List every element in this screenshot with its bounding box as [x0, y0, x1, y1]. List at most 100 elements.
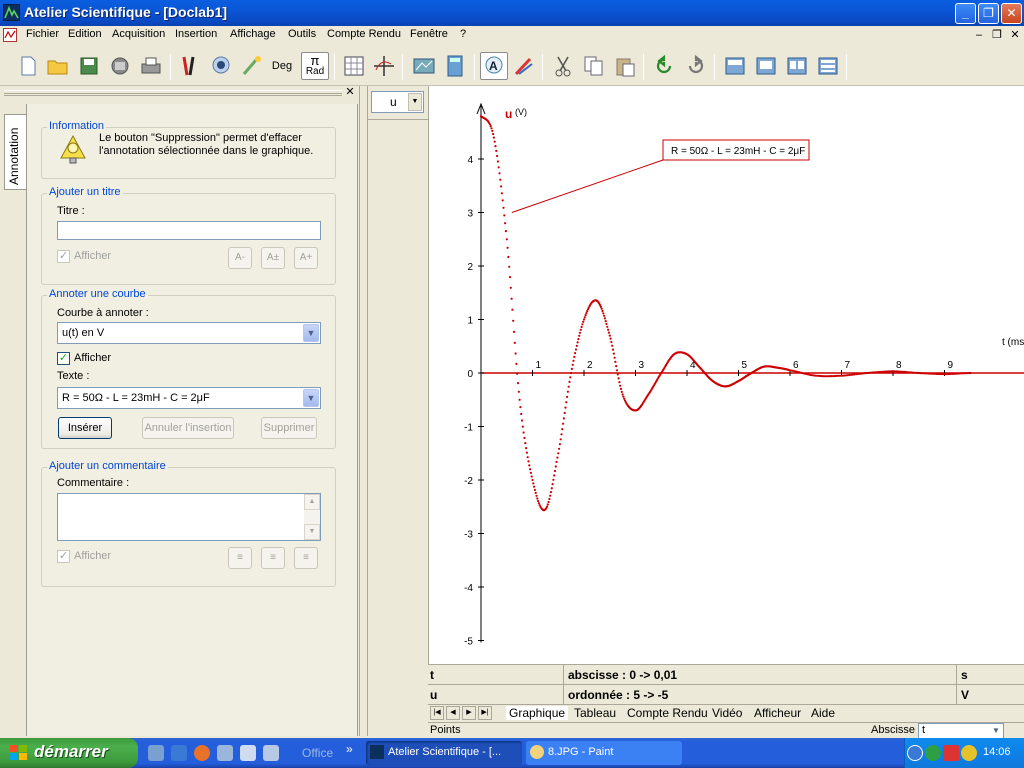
menu-fichier[interactable]: Fichier — [26, 28, 59, 40]
rad-toggle-button[interactable]: π Rad — [301, 52, 329, 80]
angle-unit-icon[interactable]: Deg — [268, 52, 296, 80]
view4-icon[interactable] — [814, 52, 842, 80]
task-paint[interactable]: 8.JPG - Paint — [526, 741, 682, 765]
abscisse-select[interactable]: t ▼ — [918, 723, 1004, 739]
menu-outils[interactable]: Outils — [288, 28, 316, 40]
last-tab-icon[interactable]: ▶| — [478, 706, 492, 720]
modeling-icon[interactable] — [410, 52, 438, 80]
menu-acquisition[interactable]: Acquisition — [112, 28, 165, 40]
chevron-down-icon[interactable]: ▼ — [303, 324, 319, 342]
show-desktop-icon[interactable] — [148, 745, 164, 761]
title-input[interactable] — [57, 221, 321, 240]
document-icon[interactable] — [3, 28, 17, 42]
tab-aide[interactable]: Aide — [811, 706, 835, 720]
media-player-icon[interactable] — [217, 745, 233, 761]
save-all-icon[interactable] — [106, 52, 134, 80]
mdi-minimize-button[interactable]: – — [972, 28, 986, 42]
webcam-icon[interactable] — [207, 52, 235, 80]
calculator-ql-icon[interactable] — [240, 745, 256, 761]
menu-fenetre[interactable]: Fenêtre — [410, 28, 448, 40]
panel-body: Information Le bouton "Suppression" perm… — [26, 104, 358, 736]
data-point — [576, 341, 579, 344]
network-icon[interactable] — [925, 745, 941, 761]
graph-area[interactable]: 4 3 2 1 0 -1 -2 -3 -4 -5 1 2 3 4 5 6 7 8 9 R = 50Ω - L = 2… — [428, 86, 1024, 664]
mdi-restore-button[interactable]: ❐ — [990, 28, 1004, 42]
curve-u[interactable] — [479, 115, 972, 512]
folder-ql-icon[interactable] — [263, 745, 279, 761]
grid-icon[interactable] — [340, 52, 368, 80]
abscissa-row[interactable]: t abscisse : 0 -> 0,01 s — [428, 664, 1024, 685]
office-toolbar-label[interactable]: Office — [302, 746, 333, 760]
data-point — [562, 417, 565, 420]
data-point — [557, 452, 560, 455]
tab-tableau[interactable]: Tableau — [574, 706, 616, 720]
task-atelier[interactable]: Atelier Scientifique - [... — [366, 741, 522, 765]
cut-icon[interactable] — [549, 52, 577, 80]
view3-icon[interactable] — [783, 52, 811, 80]
insert-button[interactable]: Insérer — [58, 417, 112, 439]
first-tab-icon[interactable]: |◀ — [430, 706, 444, 720]
open-icon[interactable] — [44, 52, 72, 80]
plot-svg[interactable]: 43210-1-2-3-4-51 2 3 4 5 6 7 8 9 R = 50Ω - L = 2… — [429, 86, 1024, 664]
y-tick-label: 0 — [467, 369, 473, 380]
print-icon[interactable] — [137, 52, 165, 80]
messenger-icon[interactable] — [961, 745, 977, 761]
firefox-icon[interactable] — [194, 745, 210, 761]
menu-affichage[interactable]: Affichage — [230, 28, 276, 40]
comment-scrollbar[interactable]: ▲ ▼ — [304, 494, 320, 540]
axes-icon[interactable] — [370, 52, 398, 80]
scroll-up-icon[interactable]: ▲ — [304, 494, 320, 510]
new-icon[interactable] — [14, 52, 42, 80]
curve-text-select[interactable]: R = 50Ω - L = 23mH - C = 2μF ▼ — [57, 387, 321, 409]
ordinate-row[interactable]: u ordonnée : 5 -> -5 V — [428, 684, 1024, 705]
start-button[interactable]: démarrer — [0, 738, 138, 768]
minimize-button[interactable]: _ — [955, 3, 976, 24]
tab-afficheur[interactable]: Afficheur — [754, 706, 801, 720]
undo-icon[interactable] — [650, 52, 678, 80]
title-bar[interactable]: Atelier Scientifique - [Doclab1] _ ❐ ✕ — [0, 0, 1024, 26]
tab-graphique[interactable]: Graphique — [506, 706, 569, 720]
menu-edition[interactable]: Edition — [68, 28, 102, 40]
panel-close-icon[interactable]: ✕ — [344, 86, 356, 98]
pen-icon[interactable] — [510, 52, 538, 80]
panel-splitter[interactable] — [359, 86, 367, 736]
menu-insertion[interactable]: Insertion — [175, 28, 217, 40]
curve-select[interactable]: u(t) en V ▼ — [57, 322, 321, 344]
document-tabs: |◀ ◀ ▶ ▶| Graphique Tableau Compte Rendu… — [428, 704, 1024, 722]
maximize-button[interactable]: ❐ — [978, 3, 999, 24]
copy-icon[interactable] — [580, 52, 608, 80]
calculator-icon[interactable] — [441, 52, 469, 80]
chevron-down-icon[interactable]: ▼ — [408, 93, 422, 111]
redo-icon[interactable] — [682, 52, 710, 80]
tray-expand-icon[interactable] — [907, 745, 923, 761]
calibrate-icon[interactable] — [238, 52, 266, 80]
menu-help[interactable]: ? — [460, 28, 466, 40]
view1-icon[interactable] — [721, 52, 749, 80]
view2-icon[interactable] — [752, 52, 780, 80]
tab-compte-rendu[interactable]: Compte Rendu — [627, 706, 708, 720]
data-point — [504, 230, 507, 233]
close-button[interactable]: ✕ — [1001, 3, 1022, 24]
title-show-label: Afficher — [74, 250, 112, 262]
curve-annotation[interactable]: R = 50Ω - L = 23mH - C = 2μF — [511, 139, 810, 213]
chevron-down-icon[interactable]: ▼ — [303, 389, 319, 407]
antivirus-icon[interactable] — [943, 745, 959, 761]
curve-show-checkbox[interactable]: ✓ — [57, 352, 70, 365]
annotation-icon[interactable]: A — [480, 52, 508, 80]
save-icon[interactable] — [75, 52, 103, 80]
paste-icon[interactable] — [611, 52, 639, 80]
data-point — [508, 265, 511, 268]
tab-annotation[interactable]: Annotation — [4, 114, 26, 190]
probes-icon[interactable] — [176, 52, 204, 80]
next-tab-icon[interactable]: ▶ — [462, 706, 476, 720]
scroll-down-icon[interactable]: ▼ — [304, 524, 320, 540]
series-select[interactable]: u ▼ — [371, 91, 424, 113]
comment-textarea[interactable]: ▲ ▼ — [57, 493, 321, 541]
ie-icon[interactable] — [171, 745, 187, 761]
prev-tab-icon[interactable]: ◀ — [446, 706, 460, 720]
tab-video[interactable]: Vidéo — [712, 706, 742, 720]
quicklaunch-overflow[interactable]: » — [346, 742, 353, 756]
menu-compte-rendu[interactable]: Compte Rendu — [327, 28, 401, 40]
chevron-down-icon[interactable]: ▼ — [989, 724, 1003, 738]
mdi-close-button[interactable]: ✕ — [1008, 28, 1022, 42]
